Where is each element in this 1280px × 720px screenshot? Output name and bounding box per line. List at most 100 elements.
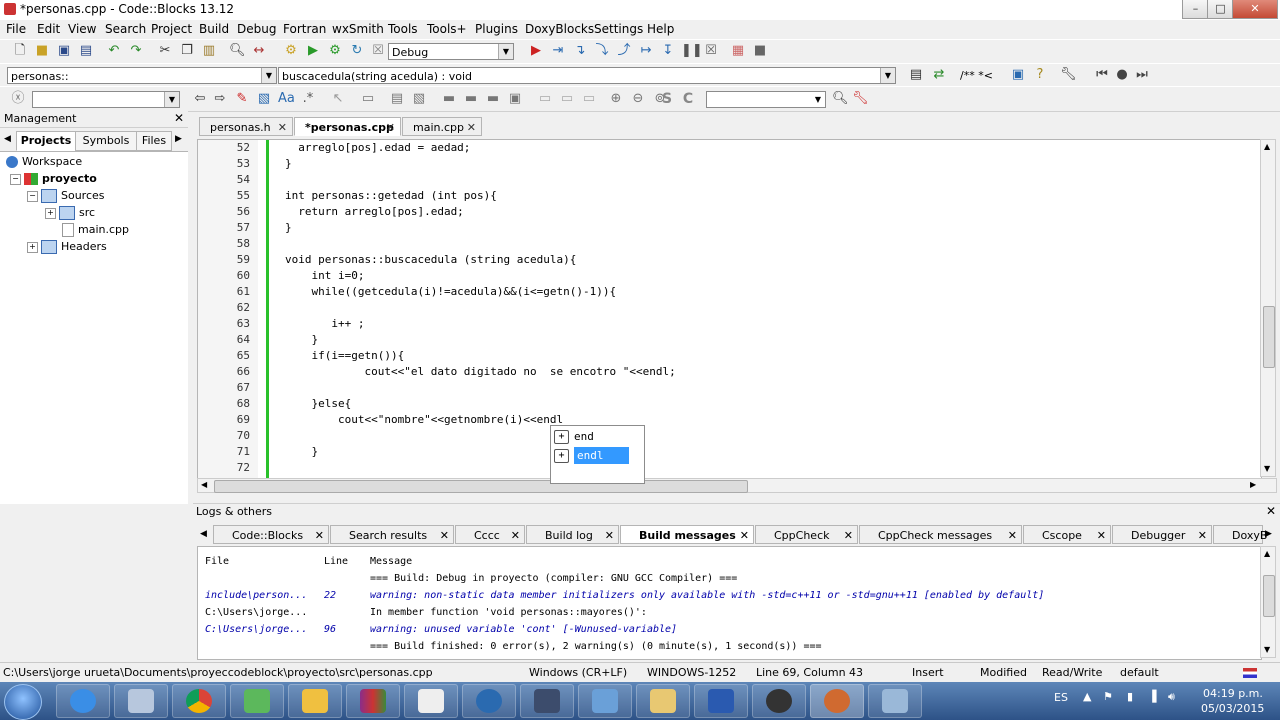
log-cell-msg[interactable]: warning: non-static data member initiali… (370, 590, 1044, 601)
log-cell-msg[interactable]: === Build: Debug in proyecto (compiler: … (370, 573, 737, 584)
close-icon[interactable]: ✕ (386, 118, 395, 137)
tray-expand-icon[interactable]: ▲ (1083, 690, 1091, 703)
highlight-icon[interactable]: ✎ (234, 91, 250, 107)
close-icon[interactable]: ✕ (1198, 526, 1207, 545)
menu-wxsmith[interactable]: wxSmith (332, 22, 384, 36)
paste-icon[interactable]: ▥ (201, 43, 217, 59)
tab-build-log[interactable]: Build log ✕ (526, 525, 619, 544)
taskbar-app-15[interactable] (868, 684, 922, 718)
clear-search-icon[interactable]: ⓧ (10, 91, 26, 107)
taskbar-app-5[interactable] (288, 684, 342, 718)
tab-cccc[interactable]: Cccc ✕ (455, 525, 525, 544)
language-indicator[interactable]: ES (1054, 691, 1068, 704)
column-header-file[interactable]: File (205, 556, 229, 567)
build-icon[interactable]: ⚙ (283, 43, 299, 59)
taskbar-winrar[interactable] (346, 684, 400, 718)
expand-icon[interactable]: + (27, 241, 38, 253)
taskbar-codeblocks[interactable] (810, 684, 864, 718)
start-button[interactable] (4, 684, 42, 720)
pointer-icon[interactable]: ↖ (330, 91, 346, 107)
taskbar-app-9[interactable] (520, 684, 574, 718)
tree-item-src[interactable]: + src (45, 204, 95, 221)
build-run-icon[interactable]: ⚙ (327, 43, 343, 59)
step-instruction-icon[interactable]: ↧ (660, 43, 676, 59)
replace-icon[interactable]: ↔ (251, 43, 267, 59)
save-all-icon[interactable]: ▤ (78, 43, 94, 59)
log-cell-file[interactable]: include\person... (205, 590, 307, 601)
rebuild-icon[interactable]: ↻ (349, 43, 365, 59)
scroll-down-icon[interactable]: ▼ (1264, 645, 1270, 654)
find-icon[interactable]: 🔍︎ (229, 43, 246, 59)
close-icon[interactable]: ✕ (1266, 504, 1276, 518)
scope-select[interactable]: personas:: ▼ (7, 67, 277, 84)
scrollbar-thumb[interactable] (1263, 575, 1275, 617)
tab-build-messages[interactable]: Build messages ✕ (620, 525, 754, 544)
tab-codeblocks-log[interactable]: Code::Blocks ✕ (213, 525, 329, 544)
scroll-right-icon[interactable]: ▶ (1250, 480, 1256, 489)
close-icon[interactable]: ✕ (315, 526, 324, 545)
layout-4-icon[interactable]: ▣ (507, 91, 523, 107)
rect-tool-icon[interactable]: ▭ (360, 91, 376, 107)
save-icon[interactable]: ▣ (56, 43, 72, 59)
various-info-icon[interactable]: ■ (752, 43, 768, 59)
menu-search[interactable]: Search (105, 22, 146, 36)
edit-tool-icon[interactable]: ▧ (411, 91, 427, 107)
tab-personas-cpp[interactable]: *personas.cpp ✕ (294, 117, 401, 136)
close-icon[interactable]: ✕ (740, 526, 749, 545)
new-file-icon[interactable]: 🗋 (12, 43, 28, 59)
menu-debug[interactable]: Debug (237, 22, 276, 36)
action-center-icon[interactable]: ⚑ (1103, 690, 1113, 703)
log-cell-msg[interactable]: === Build finished: 0 error(s), 2 warnin… (370, 641, 822, 652)
scrollbar-thumb[interactable] (1263, 306, 1275, 368)
clock-date[interactable]: 05/03/2015 (1201, 702, 1264, 715)
redo-icon[interactable]: ↷ (128, 43, 144, 59)
menu-build[interactable]: Build (199, 22, 229, 36)
log-cell-line[interactable]: 22 (324, 590, 336, 601)
abort-icon[interactable]: ☒ (370, 43, 386, 59)
next-bookmark-icon[interactable]: ⏭︎ (1134, 67, 1150, 83)
maximize-button[interactable]: □ (1207, 0, 1234, 19)
minimize-button[interactable]: – (1182, 0, 1209, 19)
tab-projects[interactable]: Projects (16, 131, 76, 151)
doxy-help-icon[interactable]: ? (1032, 67, 1048, 83)
autocomplete-item-end[interactable]: + end (554, 428, 594, 445)
editor-vertical-scrollbar[interactable]: ▲ ▼ (1260, 139, 1276, 477)
doxy-comment-button[interactable]: /** *< (960, 69, 993, 82)
menu-doxyblocks[interactable]: DoxyBlocks (525, 22, 594, 36)
scrollbar-thumb[interactable] (214, 480, 748, 493)
menu-tools-plus[interactable]: Tools+ (427, 22, 467, 36)
log-cell-msg[interactable]: warning: unused variable 'cont' [-Wunuse… (370, 624, 677, 635)
regex-icon[interactable]: .* (300, 91, 316, 107)
menu-plugins[interactable]: Plugins (475, 22, 518, 36)
close-icon[interactable]: ✕ (844, 526, 853, 545)
match-case-icon[interactable]: Aa (278, 91, 295, 107)
column-header-line[interactable]: Line (324, 556, 348, 567)
debug-windows-icon[interactable]: ▦ (730, 43, 746, 59)
column-header-message[interactable]: Message (370, 556, 412, 567)
layout-2-icon[interactable]: ▬ (463, 91, 479, 107)
clock-time[interactable]: 04:19 p.m. (1203, 687, 1263, 700)
debug-run-icon[interactable]: ▶ (528, 43, 544, 59)
tab-scroll-right-icon[interactable]: ▶ (175, 134, 182, 144)
volume-icon[interactable]: 🔊︎ (1168, 690, 1175, 704)
menu-help[interactable]: Help (647, 22, 674, 36)
open-file-icon[interactable]: ■ (34, 43, 50, 59)
pause-icon[interactable]: ❚❚ (681, 43, 703, 59)
battery-icon[interactable]: ▮ (1127, 690, 1133, 703)
zoom-in-icon[interactable]: ⊕ (608, 91, 624, 107)
tab-search-results[interactable]: Search results ✕ (330, 525, 454, 544)
close-icon[interactable]: ✕ (1008, 526, 1017, 545)
run-to-cursor-icon[interactable]: ⇥ (550, 43, 566, 59)
symbol-search-input[interactable]: ▼ (706, 91, 826, 108)
taskbar-ie[interactable] (56, 684, 110, 718)
logs-vertical-scrollbar[interactable]: ▲ ▼ (1260, 546, 1276, 658)
bookmark-icon[interactable]: ● (1114, 67, 1130, 83)
close-icon[interactable]: ✕ (174, 111, 184, 125)
taskbar-explorer[interactable] (636, 684, 690, 718)
incremental-search-input[interactable]: ▼ (32, 91, 180, 108)
close-button[interactable]: ✕ (1232, 0, 1278, 19)
tab-cppcheck[interactable]: CppCheck ✕ (755, 525, 858, 544)
taskbar-app-7[interactable] (404, 684, 458, 718)
scroll-up-icon[interactable]: ▲ (1264, 142, 1270, 151)
symbol-settings-icon[interactable]: 🔧︎ (852, 91, 869, 107)
